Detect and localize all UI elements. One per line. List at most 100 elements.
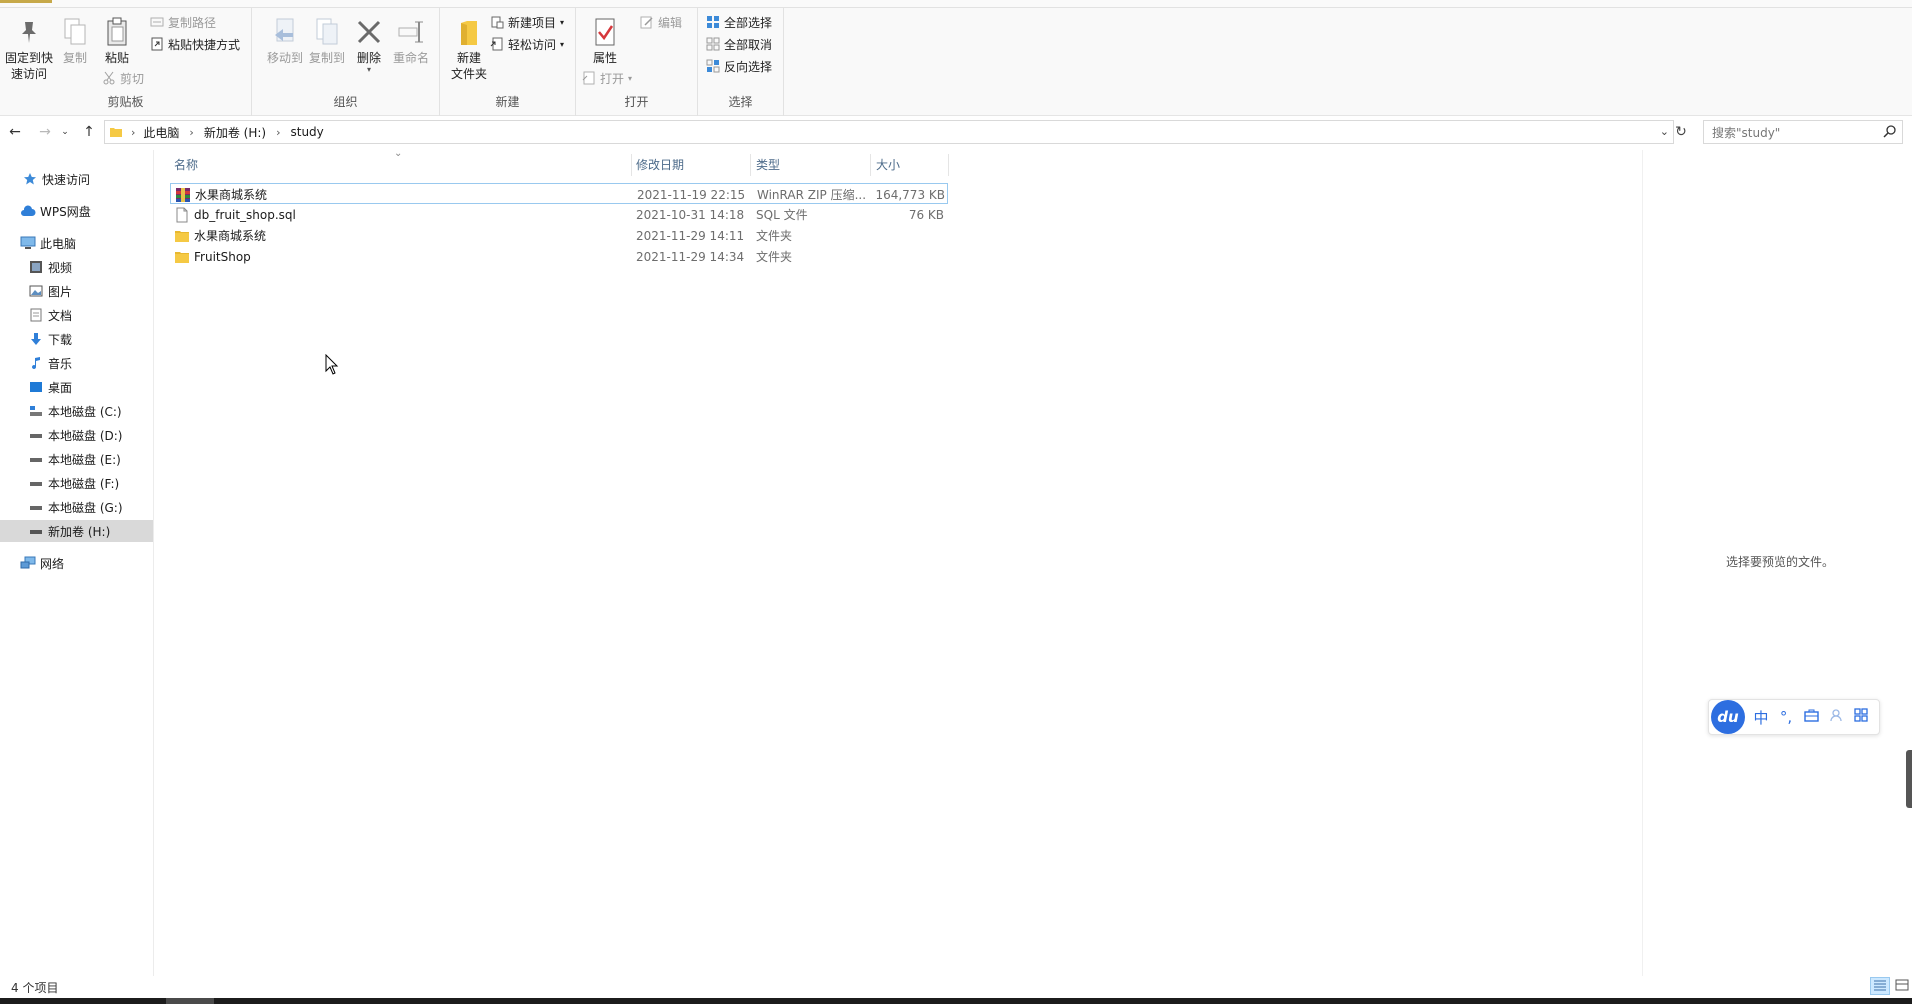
side-scroll-handle[interactable] <box>1906 750 1912 808</box>
invert-selection-button[interactable]: 反向选择 <box>706 56 772 76</box>
breadcrumb-drive-h[interactable]: 新加卷 (H:) <box>204 124 266 141</box>
address-bar[interactable]: › 此电脑 › 新加卷 (H:) › study ⌄ <box>104 120 1674 144</box>
file-row[interactable]: 水果商城系统 2021-11-29 14:11 文件夹 <box>170 225 948 246</box>
file-name: 水果商城系统 <box>194 229 267 243</box>
column-header-size[interactable]: 大小 <box>872 150 948 178</box>
open-button[interactable]: 打开 ▾ <box>582 68 632 88</box>
sidebar-item-downloads[interactable]: 下载 <box>0 328 153 350</box>
select-none-button[interactable]: 全部取消 <box>706 34 772 54</box>
column-divider[interactable] <box>870 154 871 176</box>
sidebar-item-label: 文档 <box>48 308 73 323</box>
sidebar-item-documents[interactable]: 文档 <box>0 304 153 326</box>
sidebar-item-drive-e[interactable]: 本地磁盘 (E:) <box>0 448 153 470</box>
sidebar-item-drive-c[interactable]: 本地磁盘 (C:) <box>0 400 153 422</box>
ribbon-group-clipboard: 固定到快 速访问 复制 粘贴 复制路径 粘贴快捷方式 剪切 剪贴板 <box>0 8 252 116</box>
document-icon <box>28 307 44 323</box>
details-view-button[interactable] <box>1870 977 1890 995</box>
column-header-name[interactable]: 名称 <box>170 150 630 178</box>
file-type: 文件夹 <box>756 250 793 264</box>
refresh-button[interactable]: ↻ <box>1670 120 1692 144</box>
sidebar-item-this-pc[interactable]: 此电脑 <box>0 232 153 254</box>
easy-access-button[interactable]: 轻松访问 ▾ <box>490 34 564 54</box>
sidebar-item-network[interactable]: 网络 <box>0 552 153 574</box>
new-item-button[interactable]: 新建项目 ▾ <box>490 12 564 32</box>
sidebar-item-drive-d[interactable]: 本地磁盘 (D:) <box>0 424 153 446</box>
copy-path-button[interactable]: 复制路径 <box>150 12 216 32</box>
file-row[interactable]: db_fruit_shop.sql 2021-10-31 14:18 SQL 文… <box>170 204 948 225</box>
folder-icon <box>174 228 190 244</box>
sidebar-item-music[interactable]: 音乐 <box>0 352 153 374</box>
back-button[interactable]: ← <box>4 118 26 146</box>
column-header-modified[interactable]: 修改日期 <box>632 150 750 178</box>
preview-pane-divider[interactable] <box>1642 150 1643 976</box>
file-modified: 2021-10-31 14:18 <box>636 207 745 222</box>
properties-checkmark-icon <box>589 16 621 48</box>
delete-dropdown-caret[interactable]: ▾ <box>340 66 398 74</box>
cut-button[interactable]: 剪切 <box>102 68 144 88</box>
select-all-label: 全部选择 <box>724 15 773 30</box>
desktop-icon <box>28 379 44 395</box>
recent-locations-button[interactable]: ⌄ <box>58 118 72 146</box>
cut-label: 剪切 <box>120 71 145 86</box>
paste-shortcut-label: 粘贴快捷方式 <box>168 37 241 52</box>
item-count: 4 个项目 <box>11 980 59 995</box>
paste-shortcut-button[interactable]: 粘贴快捷方式 <box>150 34 240 54</box>
search-placeholder: 搜索"study" <box>1712 125 1781 140</box>
clipboard-icon <box>101 16 133 48</box>
column-divider[interactable] <box>948 154 949 176</box>
breadcrumb-study[interactable]: study <box>290 125 323 139</box>
winrar-archive-icon <box>175 187 191 203</box>
address-dropdown-icon[interactable]: ⌄ <box>1660 125 1669 138</box>
sidebar-item-drive-h[interactable]: 新加卷 (H:) <box>0 520 153 542</box>
forward-button[interactable]: → <box>34 118 56 146</box>
column-header-type[interactable]: 类型 <box>752 150 870 178</box>
paste-button[interactable]: 粘贴 <box>88 16 146 66</box>
sidebar-item-drive-f[interactable]: 本地磁盘 (F:) <box>0 472 153 494</box>
sidebar-item-pictures[interactable]: 图片 <box>0 280 153 302</box>
column-divider[interactable] <box>750 154 751 176</box>
file-modified: 2021-11-19 22:15 <box>637 187 746 202</box>
drive-icon <box>28 523 44 539</box>
file-row[interactable]: FruitShop 2021-11-29 14:34 文件夹 <box>170 246 948 267</box>
file-name: db_fruit_shop.sql <box>194 207 296 222</box>
sidebar-item-label: 本地磁盘 (E:) <box>48 452 121 467</box>
select-all-button[interactable]: 全部选择 <box>706 12 772 32</box>
organize-group-label: 组织 <box>333 95 358 109</box>
edit-button[interactable]: 编辑 <box>640 12 682 32</box>
file-name: 水果商城系统 <box>195 188 268 202</box>
drive-icon <box>28 475 44 491</box>
sidebar-item-wps-cloud[interactable]: WPS网盘 <box>0 200 153 222</box>
ribbon-group-select: 全部选择 全部取消 反向选择 选择 <box>698 8 784 116</box>
up-button[interactable]: ↑ <box>78 118 100 146</box>
select-none-icon <box>706 37 720 51</box>
user-icon[interactable] <box>1827 708 1845 726</box>
new-group-label: 新建 <box>495 95 520 109</box>
breadcrumb-separator-icon: › <box>276 125 281 139</box>
sidebar-item-label: 网络 <box>40 556 65 571</box>
ribbon-group-open: 属性 编辑 打开 ▾ 打开 <box>576 8 698 116</box>
search-input[interactable]: 搜索"study" <box>1703 120 1903 144</box>
new-item-icon <box>490 15 504 29</box>
scissors-icon <box>102 71 116 85</box>
properties-button[interactable]: 属性 <box>576 16 634 66</box>
folder-location-icon <box>109 125 123 139</box>
ime-punctuation-toggle[interactable]: °, <box>1777 708 1795 726</box>
breadcrumb-this-pc[interactable]: 此电脑 <box>143 124 179 141</box>
address-row: ← → ⌄ ↑ › 此电脑 › 新加卷 (H:) › study ⌄ ↻ 搜索"… <box>0 118 1912 146</box>
column-header-size-label: 大小 <box>876 157 901 172</box>
ime-mode-toggle[interactable]: 中 <box>1752 707 1770 728</box>
file-row[interactable]: 水果商城系统 2021-11-19 22:15 WinRAR ZIP 压缩...… <box>170 183 948 204</box>
large-icons-view-button[interactable] <box>1892 977 1912 995</box>
grid-menu-icon[interactable] <box>1852 708 1870 726</box>
sidebar-item-desktop[interactable]: 桌面 <box>0 376 153 398</box>
sidebar-item-videos[interactable]: 视频 <box>0 256 153 278</box>
sidebar-item-label: 快速访问 <box>42 172 91 187</box>
taskbar-active-item[interactable] <box>166 998 214 1004</box>
sidebar-item-label: 图片 <box>48 284 73 299</box>
sidebar-item-quick-access[interactable]: 快速访问 <box>0 168 153 190</box>
sidebar-item-drive-g[interactable]: 本地磁盘 (G:) <box>0 496 153 518</box>
rename-button[interactable]: 重命名 <box>382 16 440 66</box>
baidu-ime-logo[interactable]: du <box>1711 700 1745 734</box>
open-caret-icon: ▾ <box>628 73 633 83</box>
toolbox-icon[interactable] <box>1802 708 1820 726</box>
